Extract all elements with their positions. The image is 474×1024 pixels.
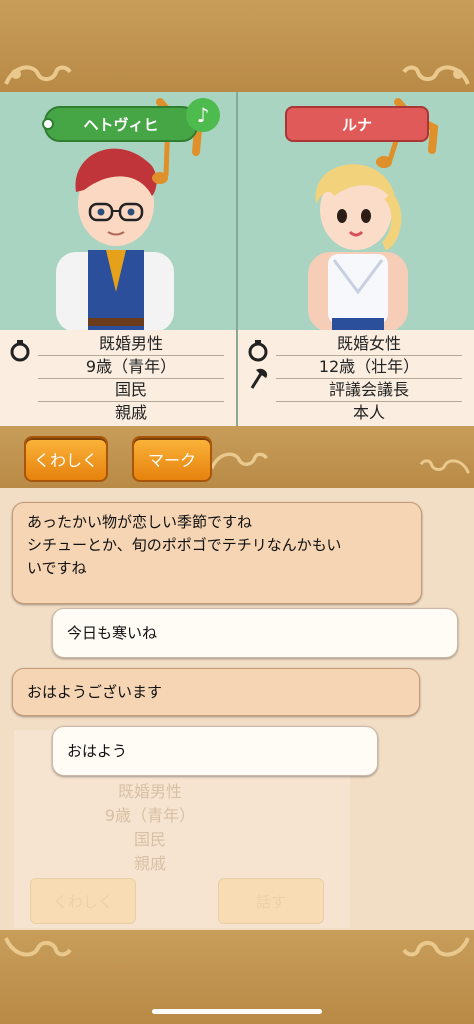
ghost-info-role: 国民 bbox=[133, 830, 166, 849]
ghost-info-relation: 親戚 bbox=[133, 854, 166, 873]
music-note-icon[interactable]: ♪ bbox=[186, 98, 220, 132]
ornament-bottom-left bbox=[4, 936, 74, 962]
ghost-info-age: 9歳（青年） bbox=[104, 806, 196, 825]
character-name: ルナ bbox=[341, 115, 372, 134]
info-table-left: 既婚男性 9歳（青年） 国民 親戚 bbox=[0, 330, 236, 426]
info-age: 12歳（壮年） bbox=[276, 355, 462, 379]
ghost-talk-button: 話す bbox=[218, 878, 324, 924]
ghost-info-marital: 既婚男性 bbox=[117, 782, 182, 801]
axe-icon bbox=[250, 368, 268, 389]
character-panel-right[interactable]: ルナ bbox=[238, 92, 474, 330]
ornament-bottom-right bbox=[400, 936, 470, 962]
info-role: 国民 bbox=[38, 378, 224, 402]
character-name: ヘトヴィヒ bbox=[83, 115, 159, 134]
message-line: あったかい物が恋しい季節ですね bbox=[27, 513, 253, 531]
message-line: いですね bbox=[27, 559, 87, 577]
info-marital: 既婚男性 bbox=[38, 332, 224, 356]
character-panel-left[interactable]: ヘトヴィヒ ♪ bbox=[0, 92, 236, 330]
ghost-details-button: くわしく bbox=[30, 878, 136, 924]
conversation-area[interactable]: 既婚男性 9歳（青年） 国民 親戚 くわしく 話す あったかい物が恋しい季節です… bbox=[0, 488, 474, 930]
ornament-mid-right bbox=[418, 452, 470, 478]
info-role: 評議会議長 bbox=[276, 378, 462, 402]
info-relation: 本人 bbox=[352, 403, 385, 422]
message-line: おはようございます bbox=[27, 683, 163, 701]
chat-message: あったかい物が恋しい季節ですね シチューとか、旬のポポゴでテチリなんかもい いで… bbox=[12, 502, 422, 604]
ornament-top-right bbox=[400, 60, 470, 86]
mark-button[interactable]: マーク bbox=[132, 436, 212, 482]
ornament-top-left bbox=[4, 60, 74, 86]
chat-message: 今日も寒いね bbox=[52, 608, 458, 658]
info-table-right: 既婚女性 12歳（壮年） 評議会議長 本人 bbox=[238, 330, 474, 426]
message-line: おはよう bbox=[67, 742, 128, 760]
info-marital: 既婚女性 bbox=[276, 332, 462, 356]
message-line: シチューとか、旬のポポゴでテチリなんかもい bbox=[27, 536, 342, 554]
info-age: 9歳（青年） bbox=[38, 355, 224, 379]
home-indicator[interactable] bbox=[152, 1009, 322, 1014]
message-line: 今日も寒いね bbox=[67, 624, 158, 642]
ornament-mid-center bbox=[210, 446, 270, 472]
chat-message: おはよう bbox=[52, 726, 378, 776]
chat-message: おはようございます bbox=[12, 668, 420, 716]
details-button[interactable]: くわしく bbox=[24, 436, 108, 482]
name-tag-luna[interactable]: ルナ bbox=[285, 106, 429, 142]
ring-icon bbox=[10, 340, 30, 362]
info-relation: 親戚 bbox=[114, 403, 147, 422]
name-tag-hetwig[interactable]: ヘトヴィヒ bbox=[42, 106, 198, 142]
ring-icon bbox=[248, 340, 268, 362]
